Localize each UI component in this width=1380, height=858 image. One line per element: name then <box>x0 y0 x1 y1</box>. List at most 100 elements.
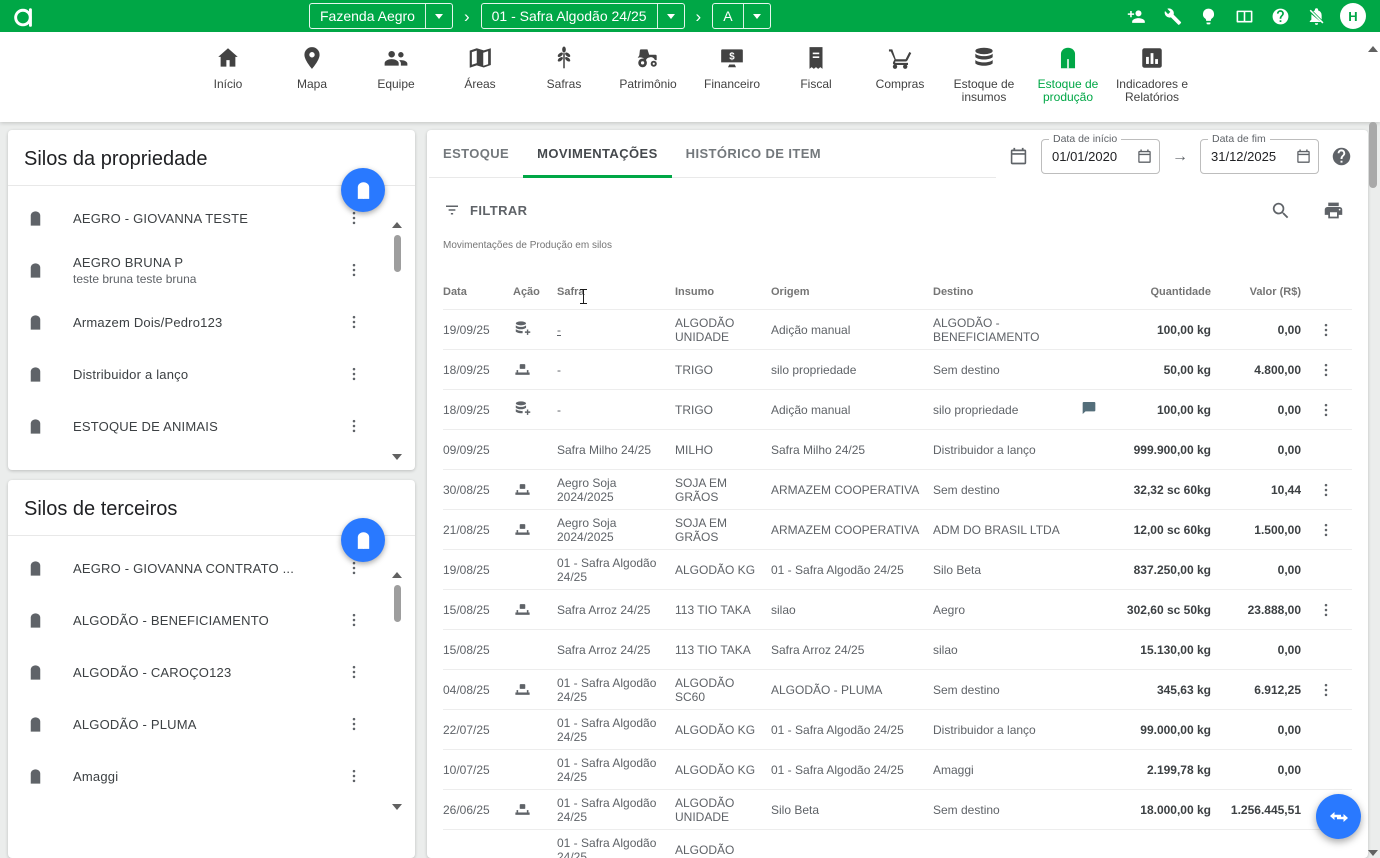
table-row: 22/07/25 01 - Safra Algodão 24/25 ALGODÃ… <box>443 709 1352 749</box>
item-menu-button[interactable] <box>345 715 363 733</box>
silo-list-item[interactable]: AEGRO BRUNA P teste bruna teste bruna <box>8 244 415 296</box>
item-menu-button[interactable] <box>345 313 363 331</box>
cell-destino: silo propriedade <box>933 403 1081 417</box>
scrollbar-thumb[interactable] <box>394 235 401 272</box>
cell-data: 15/08/25 <box>443 603 513 617</box>
calendar-icon[interactable] <box>1136 148 1153 165</box>
cell-row-menu <box>1309 321 1351 339</box>
third-list-scrollbar[interactable] <box>392 572 402 810</box>
search-button[interactable] <box>1270 200 1291 221</box>
nav-item-database[interactable]: Estoque de insumos <box>946 45 1022 122</box>
field-selector[interactable]: A <box>712 3 770 29</box>
help-icon <box>1271 7 1290 26</box>
row-menu-button[interactable] <box>1317 601 1335 619</box>
tab-movimentações[interactable]: MOVIMENTAÇÕES <box>523 130 672 177</box>
add-own-silo-button[interactable] <box>341 168 385 212</box>
tab-estoque[interactable]: ESTOQUE <box>429 130 523 177</box>
own-list-scrollbar[interactable] <box>392 222 402 460</box>
nav-item-monitor-money[interactable]: $ Financeiro <box>694 45 770 122</box>
row-menu-button[interactable] <box>1317 361 1335 379</box>
row-menu-button[interactable] <box>1317 681 1335 699</box>
silo-icon <box>26 715 45 734</box>
silo-list-item[interactable]: Armazem Dois/Pedro123 <box>8 296 415 348</box>
item-menu-button[interactable] <box>345 417 363 435</box>
transfer-fab-button[interactable] <box>1316 794 1361 839</box>
silo-item-text: ALGODÃO - PLUMA <box>73 717 197 732</box>
scroll-down-icon[interactable] <box>392 454 402 460</box>
cell-row-menu <box>1309 401 1351 419</box>
scroll-up-icon[interactable] <box>392 222 402 228</box>
cell-insumo: TRIGO <box>675 403 771 417</box>
silo-list-item[interactable]: ALGODÃO - CAROÇO123 <box>8 646 415 698</box>
cell-quantidade: 345,63 kg <box>1107 683 1219 697</box>
cell-data: 09/09/25 <box>443 443 513 457</box>
selector-divider <box>425 4 426 28</box>
tab-histórico-de-item[interactable]: HISTÓRICO DE ITEM <box>672 130 835 177</box>
cell-destino: Distribuidor a lanço <box>933 443 1081 457</box>
cell-origem: ALGODÃO - PLUMA <box>771 683 933 697</box>
silo-list-item[interactable]: Amaggi <box>8 750 415 802</box>
book-button[interactable] <box>1235 7 1254 26</box>
print-button[interactable] <box>1323 200 1344 221</box>
item-menu-button[interactable] <box>345 365 363 383</box>
comment-flag-icon[interactable] <box>1081 400 1097 416</box>
nav-item-tractor[interactable]: Patrimônio <box>610 45 686 122</box>
calendar-button[interactable] <box>1008 146 1029 167</box>
filter-button[interactable]: FILTRAR <box>443 201 527 219</box>
person-add-button[interactable] <box>1127 7 1146 26</box>
row-menu-button[interactable] <box>1317 401 1335 419</box>
scroll-up-icon[interactable] <box>392 572 402 578</box>
nav-item-cart[interactable]: Compras <box>862 45 938 122</box>
farm-selector[interactable]: Fazenda Aegro <box>309 3 453 29</box>
help-button[interactable] <box>1271 7 1290 26</box>
database-icon <box>971 45 997 71</box>
tab-label: HISTÓRICO DE ITEM <box>686 146 821 161</box>
nav-item-map[interactable]: Áreas <box>442 45 518 122</box>
nav-item-map-pin[interactable]: Mapa <box>274 45 350 122</box>
cell-destino: ADM DO BRASIL LTDA <box>933 523 1081 537</box>
window-scrollbar[interactable] <box>1368 46 1378 856</box>
cell-safra[interactable]: - <box>557 323 675 337</box>
scroll-up-icon[interactable] <box>1368 46 1378 52</box>
item-menu-button[interactable] <box>345 767 363 785</box>
silo-list-item[interactable]: ALGODÃO - BENEFICIAMENTO <box>8 594 415 646</box>
nav-item-bar-chart[interactable]: Indicadores e Relatórios <box>1114 45 1190 122</box>
date-end-field[interactable]: Data de fim 31/12/2025 <box>1200 139 1319 174</box>
lightbulb-button[interactable] <box>1199 7 1218 26</box>
date-start-value: 01/01/2020 <box>1052 149 1136 164</box>
silo-list-item[interactable]: ALGODÃO - PLUMA <box>8 698 415 750</box>
nav-item-people[interactable]: Equipe <box>358 45 434 122</box>
scroll-down-icon[interactable] <box>1368 850 1378 856</box>
cell-origem: 01 - Safra Algodão 24/25 <box>771 763 933 777</box>
row-menu-button[interactable] <box>1317 481 1335 499</box>
add-third-party-silo-button[interactable] <box>341 518 385 562</box>
harvest-selector[interactable]: 01 - Safra Algodão 24/25 <box>481 3 685 29</box>
silo-name: ALGODÃO - PLUMA <box>73 717 197 732</box>
notifications-off-button[interactable] <box>1307 7 1326 26</box>
silo-list-item[interactable]: Distribuidor a lanço <box>8 348 415 400</box>
row-menu-button[interactable] <box>1317 521 1335 539</box>
scrollbar-thumb[interactable] <box>394 585 401 622</box>
help-button[interactable] <box>1331 146 1352 167</box>
calendar-icon[interactable] <box>1295 148 1312 165</box>
wrench-button[interactable] <box>1163 7 1182 26</box>
scrollbar-thumb[interactable] <box>1369 122 1377 188</box>
aegro-logo-icon[interactable] <box>12 4 37 29</box>
item-menu-button[interactable] <box>345 663 363 681</box>
date-start-field[interactable]: Data de início 01/01/2020 <box>1041 139 1160 174</box>
item-menu-button[interactable] <box>345 261 363 279</box>
table-row: 10/07/25 01 - Safra Algodão 24/25 ALGODÃ… <box>443 749 1352 789</box>
silo-list-item[interactable]: ESTOQUE DE ANIMAIS <box>8 400 415 452</box>
silo-name: ESTOQUE DE ANIMAIS <box>73 419 218 434</box>
nav-item-home[interactable]: Início <box>190 45 266 122</box>
item-menu-button[interactable] <box>345 611 363 629</box>
transfer-icon <box>1327 805 1351 829</box>
nav-item-wheat[interactable]: Safras <box>526 45 602 122</box>
scroll-down-icon[interactable] <box>392 804 402 810</box>
third-party-silos-list: AEGRO - GIOVANNA CONTRATO ... ALGODÃO - … <box>8 536 415 808</box>
nav-item-receipt[interactable]: Fiscal <box>778 45 854 122</box>
avatar[interactable]: H <box>1340 3 1366 29</box>
nav-item-silo[interactable]: Estoque de produção <box>1030 45 1106 122</box>
row-menu-button[interactable] <box>1317 321 1335 339</box>
cell-data: 30/08/25 <box>443 483 513 497</box>
